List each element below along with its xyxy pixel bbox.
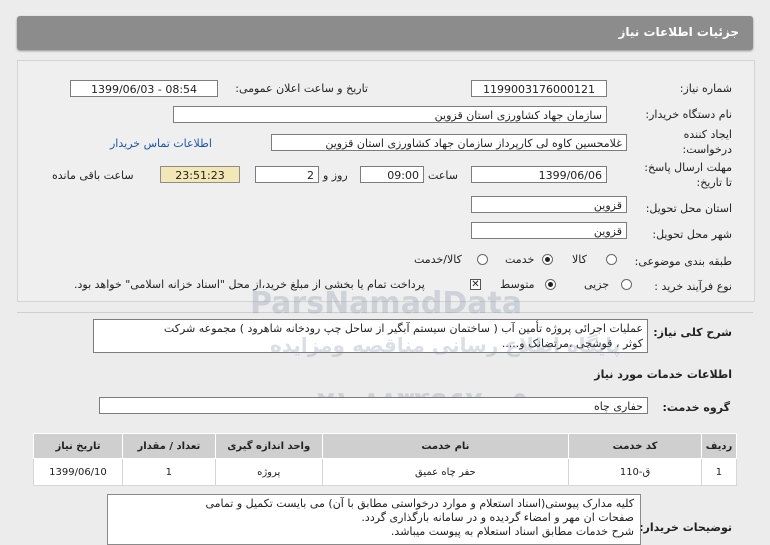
cell-name: حفر چاه عمیق (321, 458, 570, 486)
col-row: ردیف (700, 433, 738, 459)
creator-label-1: ایجاد کننده (683, 128, 732, 141)
buyer-notes-line-3: شرح خدمات مطابق اسناد استعلام به پیوست م… (390, 525, 634, 538)
cell-qty: 1 (121, 458, 216, 486)
announce-label: تاریخ و ساعت اعلان عمومی: (235, 82, 368, 95)
service-group-field: حفاری چاه (99, 397, 648, 414)
summary-line-2: کوثر ، قوشچی ،مرتضانک و..... (501, 337, 643, 350)
city-field: قزوین (471, 222, 627, 239)
services-table: تاریخ نیاز تعداد / مقدار واحد اندازه گیر… (33, 433, 738, 486)
days-field: 2 (255, 166, 319, 183)
buyer-notes-label: توضیحات خریدار: (639, 521, 732, 534)
page-header: جزئیات اطلاعات نیاز (17, 16, 753, 50)
deadline-label-1: مهلت ارسال پاسخ: (644, 161, 732, 174)
cell-row: 1 (700, 458, 738, 486)
deadline-label-2: تا تاریخ: (696, 176, 732, 189)
creator-label-2: درخواست: (682, 143, 732, 156)
city-label: شهر محل تحویل: (652, 228, 732, 241)
summary-label: شرح کلی نیاز: (653, 326, 732, 339)
payment-note: پرداخت تمام یا بخشی از مبلغ خرید،از محل … (74, 278, 425, 291)
col-unit: واحد اندازه گیری (214, 433, 323, 459)
buyer-field: سازمان جهاد کشاورزی استان قزوین (173, 106, 607, 123)
cell-unit: پروژه (214, 458, 323, 486)
buyer-contact-link[interactable]: اطلاعات تماس خریدار (110, 137, 212, 150)
divider (17, 312, 753, 313)
category-radio-goods[interactable] (606, 254, 617, 265)
category-option-service: خدمت (505, 253, 535, 266)
category-radio-service[interactable] (542, 254, 553, 265)
buyer-label: نام دستگاه خریدار: (645, 108, 732, 121)
service-group-label: گروه خدمت: (662, 401, 730, 414)
treasury-checkbox[interactable]: ✕ (470, 279, 481, 290)
process-radio-minor[interactable] (621, 279, 632, 290)
announce-field: 1399/06/03 - 08:54 (70, 80, 218, 97)
time-label: ساعت (428, 169, 458, 182)
deadline-time-field: 09:00 (360, 166, 424, 183)
remaining-label: ساعت باقی مانده (52, 169, 134, 182)
deadline-date-field: 1399/06/06 (471, 166, 607, 183)
buyer-notes-line-2: صفحات ان مهر و امضاء گردیده و در سامانه … (361, 511, 634, 524)
process-option-minor: جزیی (584, 278, 610, 291)
buyer-notes-line-1: کلیه مدارک پیوستی(اسناد استعلام و موارد … (205, 497, 635, 510)
summary-field: عملیات اجرائی پروژه تأمین آب ( ساختمان س… (93, 319, 648, 353)
cell-code: ق-110 (568, 458, 702, 486)
creator-field: غلامحسین کاوه لی کارپرداز سازمان جهاد کش… (271, 134, 627, 151)
category-option-goods-service: کالا/خدمت (414, 253, 462, 266)
process-radio-medium[interactable] (545, 279, 556, 290)
category-radio-goods-service[interactable] (477, 254, 488, 265)
table-row: 1399/06/10 1 پروژه حفر چاه عمیق ق-110 1 (33, 458, 738, 486)
remaining-time-field: 23:51:23 (160, 166, 240, 183)
col-qty: تعداد / مقدار (121, 433, 216, 459)
province-field: قزوین (471, 196, 627, 213)
cell-date: 1399/06/10 (33, 458, 123, 486)
col-date: تاریخ نیاز (33, 433, 123, 459)
category-option-goods: کالا (572, 253, 587, 266)
need-number-label: شماره نیاز: (679, 82, 732, 95)
need-number-field: 1199003176000121 (471, 80, 607, 97)
category-label: طبقه بندی موضوعی: (634, 255, 732, 268)
process-label: نوع فرآیند خرید : (654, 280, 732, 293)
col-name: نام خدمت (321, 433, 570, 459)
day-label: روز و (323, 169, 348, 182)
services-section-title: اطلاعات خدمات مورد نیاز (594, 368, 732, 381)
province-label: استان محل تحویل: (645, 202, 732, 215)
summary-line-1: عملیات اجرائی پروژه تأمین آب ( ساختمان س… (163, 322, 643, 335)
col-code: کد خدمت (568, 433, 702, 459)
process-option-medium: متوسط (500, 278, 535, 291)
table-header-row: تاریخ نیاز تعداد / مقدار واحد اندازه گیر… (33, 433, 738, 459)
page-title: جزئیات اطلاعات نیاز (618, 25, 739, 39)
buyer-notes-field: کلیه مدارک پیوستی(اسناد استعلام و موارد … (107, 494, 641, 545)
